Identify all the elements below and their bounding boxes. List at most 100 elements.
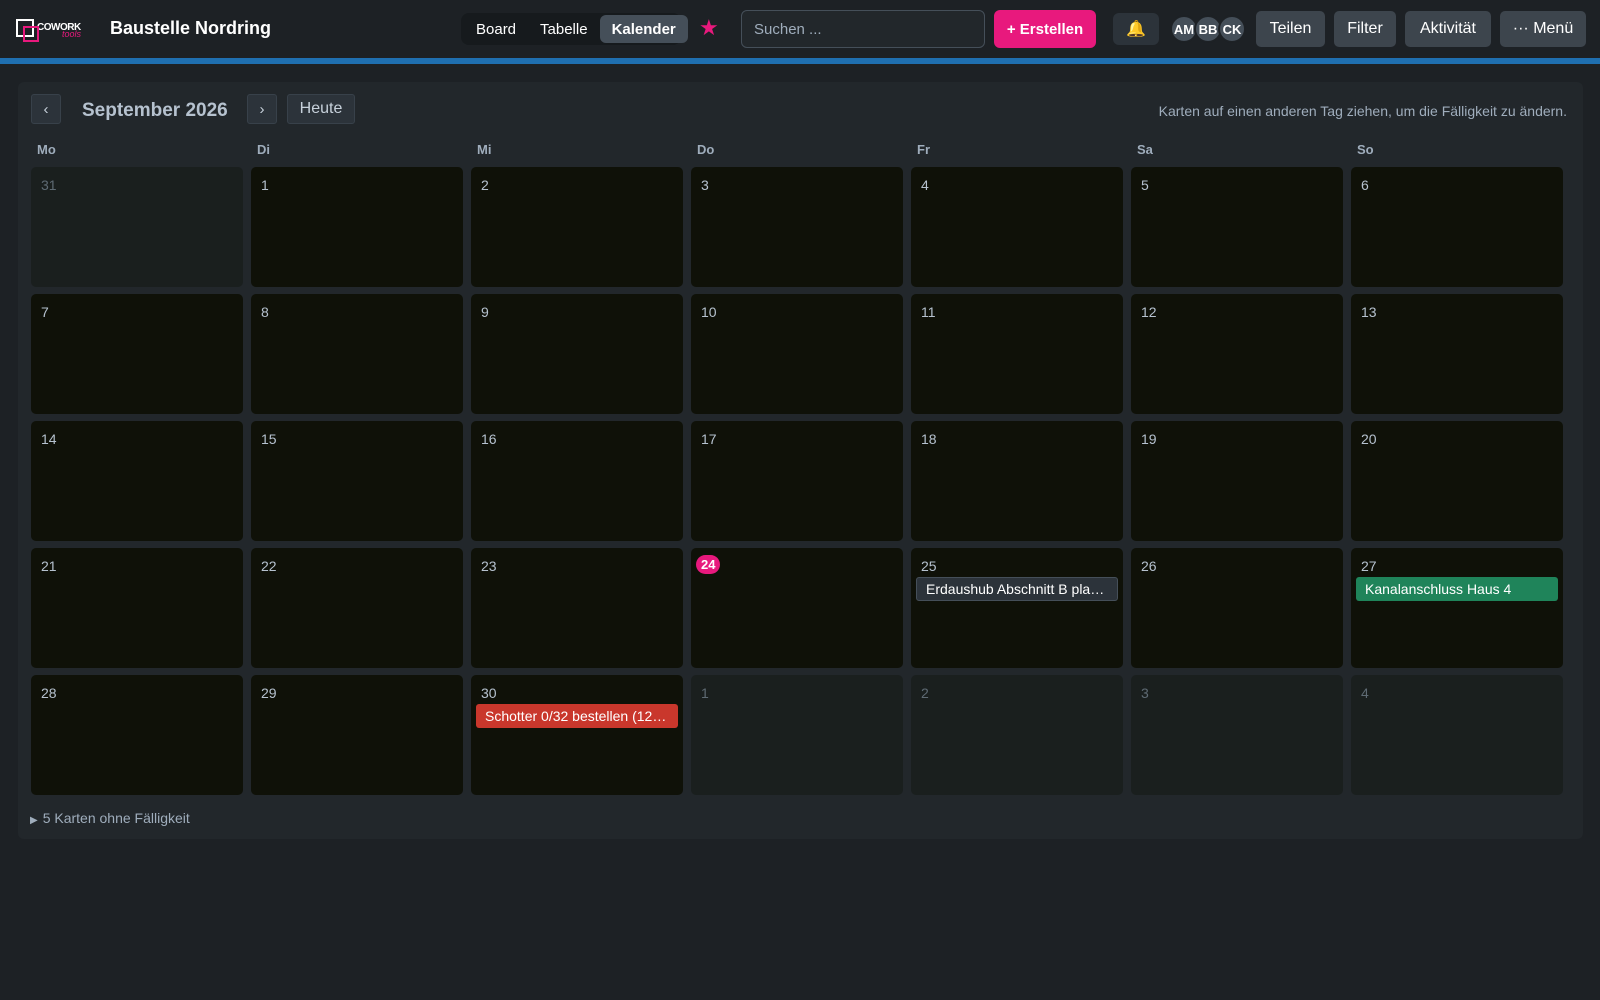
next-month-button[interactable]: › [247,94,277,124]
calendar-day[interactable]: 21 [31,548,243,668]
calendar-day[interactable]: 18 [911,421,1123,541]
calendar-day[interactable]: 26 [1131,548,1343,668]
day-number: 23 [481,558,497,574]
day-number: 26 [1141,558,1157,574]
drag-hint: Karten auf einen anderen Tag ziehen, um … [1158,103,1567,119]
cards-without-due-toggle[interactable]: ▶ 5 Karten ohne Fälligkeit [30,810,190,826]
accent-line [0,58,1600,64]
search-input[interactable] [741,10,985,48]
calendar-day[interactable]: 15 [251,421,463,541]
calendar-day[interactable]: 22 [251,548,463,668]
notifications-button[interactable]: 🔔 [1113,13,1159,45]
day-number: 29 [261,685,277,701]
day-number: 16 [481,431,497,447]
day-number: 19 [1141,431,1157,447]
calendar-day[interactable]: 1 [251,167,463,287]
calendar-day[interactable]: 9 [471,294,683,414]
calendar-day[interactable]: 24 [691,548,903,668]
no-due-label: 5 Karten ohne Fälligkeit [42,810,190,826]
weekday-label: Fr [917,142,930,157]
create-button[interactable]: + Erstellen [994,10,1096,48]
calendar-day[interactable]: 8 [251,294,463,414]
expand-triangle-icon: ▶ [30,815,38,826]
day-number: 25 [921,558,937,574]
share-button[interactable]: Teilen [1256,11,1325,47]
calendar-day[interactable]: 1 [691,675,903,795]
calendar-day[interactable]: 10 [691,294,903,414]
day-number: 3 [1141,685,1149,701]
day-number: 10 [701,304,717,320]
bell-icon: 🔔 [1126,21,1146,38]
calendar-day[interactable]: 3 [1131,675,1343,795]
calendar-day[interactable]: 28 [31,675,243,795]
calendar-day[interactable]: 16 [471,421,683,541]
day-number: 1 [701,685,709,701]
day-number: 2 [481,177,489,193]
calendar-day[interactable]: 14 [31,421,243,541]
weekday-label: Do [697,142,715,157]
day-number: 2 [921,685,929,701]
menu-button[interactable]: ··· Menü [1500,11,1586,47]
cowork-logo[interactable]: COWORK tools [16,16,82,42]
calendar-day[interactable]: 2 [471,167,683,287]
avatar[interactable]: CK [1218,15,1246,43]
star-icon[interactable]: ★ [699,16,719,40]
calendar-day[interactable]: 31 [31,167,243,287]
calendar-day[interactable]: 23 [471,548,683,668]
day-number: 6 [1361,177,1369,193]
top-bar: COWORK tools Baustelle Nordring Board Ta… [0,0,1600,58]
weekday-label: Mi [477,142,492,157]
calendar-day[interactable]: 6 [1351,167,1563,287]
calendar-day[interactable]: 19 [1131,421,1343,541]
day-number: 20 [1361,431,1377,447]
calendar-day[interactable]: 5 [1131,167,1343,287]
day-number: 5 [1141,177,1149,193]
calendar-day[interactable]: 17 [691,421,903,541]
day-number: 17 [701,431,717,447]
calendar-card[interactable]: Schotter 0/32 bestellen (120... [476,704,678,728]
day-number: 30 [481,685,497,701]
board-title: Baustelle Nordring [110,18,272,38]
weekday-label: So [1357,142,1374,157]
tab-tabelle[interactable]: Tabelle [528,15,600,43]
calendar-day[interactable]: 25 Erdaushub Abschnitt B planen [911,548,1123,668]
month-title: September 2026 [82,100,228,121]
day-number: 27 [1361,558,1377,574]
day-number: 18 [921,431,937,447]
calendar-day[interactable]: 30 Schotter 0/32 bestellen (120... [471,675,683,795]
day-number: 7 [41,304,49,320]
calendar-day[interactable]: 27 Kanalanschluss Haus 4 [1351,548,1563,668]
filter-button[interactable]: Filter [1334,11,1396,47]
weekday-label: Sa [1137,142,1153,157]
tab-board[interactable]: Board [464,15,528,43]
day-number: 15 [261,431,277,447]
calendar-card[interactable]: Kanalanschluss Haus 4 [1356,577,1558,601]
calendar-day[interactable]: 2 [911,675,1123,795]
weekday-label: Mo [37,142,56,157]
activity-button[interactable]: Aktivität [1405,11,1491,47]
calendar-card[interactable]: Erdaushub Abschnitt B planen [916,577,1118,601]
weekday-label: Di [257,142,270,157]
tab-kalender[interactable]: Kalender [599,15,688,43]
calendar-day[interactable]: 7 [31,294,243,414]
logo-mark-icon [16,19,39,42]
day-number: 22 [261,558,277,574]
calendar-day[interactable]: 12 [1131,294,1343,414]
day-number: 8 [261,304,269,320]
day-number: 4 [921,177,929,193]
view-switcher: Board Tabelle Kalender [461,13,688,45]
calendar-day[interactable]: 4 [911,167,1123,287]
calendar-day[interactable]: 3 [691,167,903,287]
day-number: 31 [41,177,57,193]
today-date-badge: 24 [696,555,721,574]
calendar-day[interactable]: 20 [1351,421,1563,541]
day-number: 14 [41,431,57,447]
prev-month-button[interactable]: ‹ [31,94,61,124]
calendar-day[interactable]: 13 [1351,294,1563,414]
calendar-day[interactable]: 11 [911,294,1123,414]
calendar-day[interactable]: 29 [251,675,463,795]
day-number: 13 [1361,304,1377,320]
today-button[interactable]: Heute [287,94,355,124]
calendar-day[interactable]: 4 [1351,675,1563,795]
day-number: 3 [701,177,709,193]
